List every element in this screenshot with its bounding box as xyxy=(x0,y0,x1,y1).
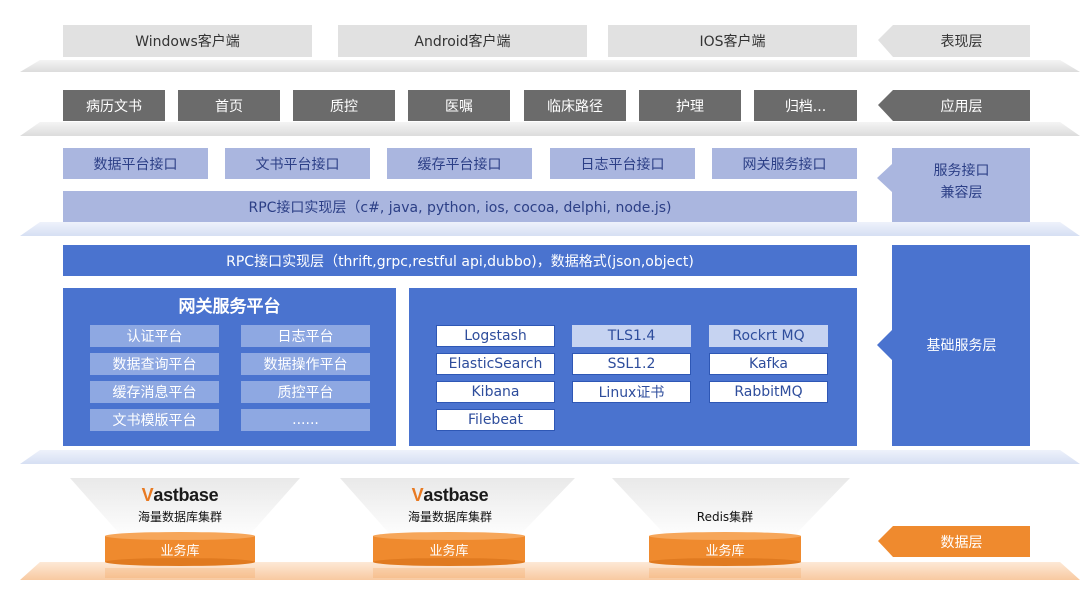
gateway-item-data-operation: 数据操作平台 xyxy=(241,353,370,375)
gateway-service-title: 网关服务平台 xyxy=(178,296,281,317)
presentation-platform xyxy=(20,60,1080,72)
gateway-item-cache-message: 缓存消息平台 xyxy=(90,381,219,403)
tool-elasticsearch: ElasticSearch xyxy=(436,353,555,375)
disk-label-2: 业务库 xyxy=(429,543,469,559)
service-interface-label-line2: 兼容层 xyxy=(940,185,983,201)
service-interface-layer-label: 服务接口 兼容层 xyxy=(893,160,1030,212)
interface-gateway-service: 网关服务接口 xyxy=(712,148,857,179)
disk-label-1: 业务库 xyxy=(160,543,200,559)
tool-kibana: Kibana xyxy=(436,381,555,403)
vastbase-logo-accent: V xyxy=(141,484,154,505)
interface-log-platform: 日志平台接口 xyxy=(550,148,695,179)
rpc-implementation-bar-top: RPC接口实现层（c#, java, python, ios, cocoa, d… xyxy=(63,191,857,222)
interface-document-platform: 文书平台接口 xyxy=(225,148,370,179)
module-medical-records: 病历文书 xyxy=(63,90,165,121)
security-linux-cert: Linux证书 xyxy=(572,381,691,403)
gateway-item-more: ...... xyxy=(241,409,370,431)
tool-logstash: Logstash xyxy=(436,325,555,347)
vastbase-logo-text: astbase xyxy=(153,484,219,505)
module-quality-control: 质控 xyxy=(293,90,395,121)
data-layer-label: 数据层 xyxy=(940,534,983,551)
gateway-item-quality-control: 质控平台 xyxy=(241,381,370,403)
cluster-caption-2: 海量数据库集群 xyxy=(407,509,492,524)
interface-data-platform: 数据平台接口 xyxy=(63,148,208,179)
mq-kafka: Kafka xyxy=(709,353,828,375)
tool-filebeat: Filebeat xyxy=(436,409,555,431)
base-service-layer-label: 基础服务层 xyxy=(926,338,997,354)
application-platform xyxy=(20,122,1080,136)
module-nursing: 护理 xyxy=(639,90,741,121)
client-windows: Windows客户端 xyxy=(63,25,312,57)
module-home: 首页 xyxy=(178,90,280,121)
gateway-item-log: 日志平台 xyxy=(241,325,370,347)
module-clinical-pathway: 临床路径 xyxy=(524,90,626,121)
gateway-item-document-template: 文书模版平台 xyxy=(90,409,219,431)
cluster-caption-3: Redis集群 xyxy=(696,509,754,524)
security-tls: TLS1.4 xyxy=(572,325,691,347)
vastbase-logo-text: astbase xyxy=(423,484,489,505)
base-service-platform xyxy=(20,450,1080,464)
rpc-implementation-bar-base: RPC接口实现层（thrift,grpc,restful api,dubbo)，… xyxy=(63,245,857,276)
vastbase-logo-accent: V xyxy=(411,484,424,505)
vastbase-logo-2: Vastbase xyxy=(380,484,520,506)
mq-rocketmq: Rockrt MQ xyxy=(709,325,828,347)
service-interface-platform xyxy=(20,222,1080,236)
application-layer-label: 应用层 xyxy=(940,98,983,115)
gateway-item-data-query: 数据查询平台 xyxy=(90,353,219,375)
gateway-item-auth: 认证平台 xyxy=(90,325,219,347)
interface-cache-platform: 缓存平台接口 xyxy=(387,148,532,179)
client-ios: IOS客户端 xyxy=(608,25,857,57)
disk-label-3: 业务库 xyxy=(705,543,745,559)
module-archive: 归档... xyxy=(754,90,857,121)
presentation-layer-label: 表现层 xyxy=(940,34,983,50)
mq-rabbitmq: RabbitMQ xyxy=(709,381,828,403)
module-orders: 医嘱 xyxy=(408,90,510,121)
vastbase-logo-1: Vastbase xyxy=(110,484,250,506)
service-interface-label-line1: 服务接口 xyxy=(933,163,990,179)
security-ssl: SSL1.2 xyxy=(572,353,691,375)
cluster-caption-1: 海量数据库集群 xyxy=(137,509,222,524)
client-android: Android客户端 xyxy=(338,25,587,57)
